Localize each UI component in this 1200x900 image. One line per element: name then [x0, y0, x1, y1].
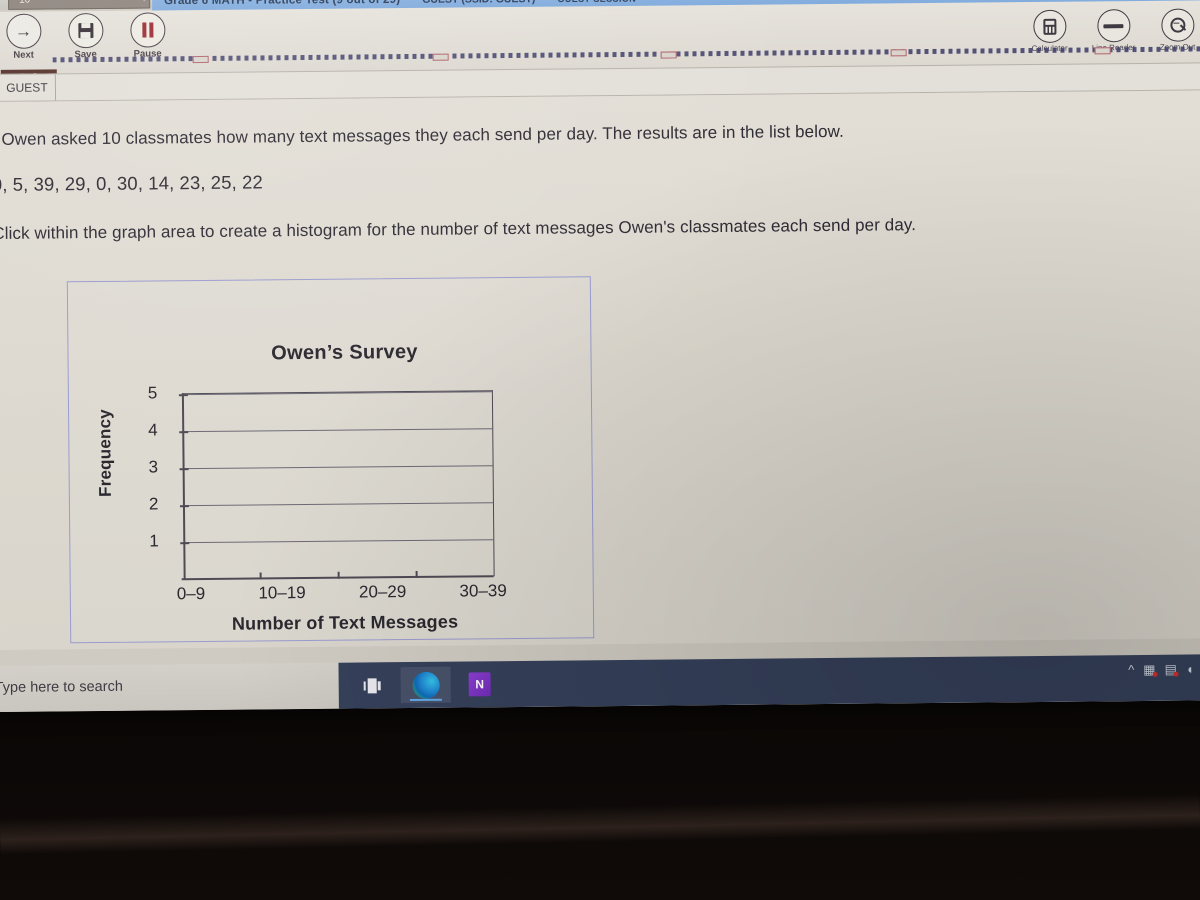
- question-data-list: 0, 5, 39, 29, 0, 30, 14, 23, 25, 22: [0, 171, 263, 196]
- chart-x-tick-labels: 0–9 10–19 20–29 30–39: [175, 581, 509, 604]
- y-tick-label-3: 3: [148, 457, 159, 477]
- floppy-disk-icon: [67, 12, 104, 49]
- taskbar-search-input[interactable]: Type here to search: [0, 679, 123, 696]
- edge-browser-icon: [412, 671, 440, 699]
- arrow-right-icon: →: [5, 13, 42, 49]
- task-view-icon: [363, 677, 381, 693]
- chart-x-axis-label: Number of Text Messages: [231, 611, 459, 634]
- pause-button[interactable]: Pause: [124, 12, 170, 60]
- y-tick-label-4: 4: [148, 420, 158, 440]
- battery-icon[interactable]: ▤: [1164, 662, 1176, 677]
- screen-moire-artifact: [890, 49, 907, 57]
- zoom-out-button[interactable]: Zoom Out: [1152, 8, 1200, 52]
- calculator-icon: [1032, 9, 1067, 44]
- x-tick-label-3: 30–39: [459, 581, 507, 601]
- histogram-graph-area[interactable]: Owen’s Survey Frequency 5 4 3 2 1 0–9 10…: [66, 276, 595, 644]
- active-app-indicator: [409, 698, 442, 702]
- question-content: Owen asked 10 classmates how many text m…: [0, 90, 1200, 650]
- question-prompt-line-2: Click within the graph area to create a …: [0, 215, 917, 244]
- screen-moire-artifact: [1094, 47, 1111, 55]
- question-count-dropdown[interactable]: 10 ▾: [7, 0, 151, 10]
- test-user: GUEST (SSID: GUEST): [422, 0, 535, 6]
- test-session: GUEST SESSION: [557, 0, 636, 4]
- save-button[interactable]: Save: [62, 12, 108, 60]
- screen-moire-artifact: [192, 55, 209, 64]
- calculator-button[interactable]: Calculator: [1024, 9, 1074, 53]
- x-tick-label-0: 0–9: [176, 583, 206, 604]
- screen-moire-artifact: [660, 51, 677, 59]
- desk-reflection: [0, 793, 1200, 855]
- system-tray: ^ ▦ ▤ ◖ ◐: [1128, 661, 1200, 677]
- monitor-screen: ons: 10 ▾ ⚙ ▦ ◉ ▣ ☆ ☐ ● Grade 6 MATH - P…: [0, 0, 1200, 712]
- chart-title: Owen’s Survey: [271, 340, 418, 365]
- chart-plot-area[interactable]: 5 4 3 2 1: [148, 383, 495, 580]
- y-tick-label-2: 2: [148, 494, 159, 514]
- screen-moire-artifact: [432, 53, 449, 61]
- zoom-out-icon: [1160, 8, 1195, 42]
- x-tick-mark: [337, 571, 340, 579]
- photographed-screen: ons: 10 ▾ ⚙ ▦ ◉ ▣ ☆ ☐ ● Grade 6 MATH - P…: [0, 0, 1200, 900]
- toolbar-left-group: → Next Save Pause: [0, 12, 170, 61]
- y-tick-label-1: 1: [149, 531, 159, 551]
- x-tick-label-1: 10–19: [258, 583, 306, 603]
- onenote-icon: N: [468, 672, 491, 697]
- test-name: Grade 6 MATH - Practice Test (9 out of 2…: [164, 0, 401, 8]
- x-tick-mark: [259, 572, 262, 580]
- x-tick-label-2: 20–29: [358, 582, 407, 602]
- taskbar-dark-region: N ^ ▦ ▤ ◖ ◐: [338, 654, 1200, 709]
- edge-taskbar-button[interactable]: [400, 666, 451, 704]
- windows-taskbar: Type here to search N ^ ▦ ▤ ◖ ◐: [0, 654, 1200, 712]
- line-reader-icon: [1096, 9, 1131, 43]
- wifi-icon[interactable]: ◖: [1186, 661, 1194, 676]
- guest-label: GUEST: [0, 74, 57, 101]
- pause-icon: [129, 12, 166, 48]
- question-prompt-line-1: Owen asked 10 classmates how many text m…: [1, 121, 844, 149]
- next-button-label: Next: [13, 49, 34, 61]
- task-view-button[interactable]: [347, 667, 397, 703]
- chevron-down-icon: ▾: [142, 0, 146, 3]
- display-notification-icon[interactable]: ▦: [1143, 662, 1155, 677]
- question-count-value: 10: [9, 0, 30, 5]
- chart-y-axis-label: Frequency: [95, 409, 115, 498]
- y-tick-label-5: 5: [147, 383, 158, 403]
- x-tick-mark: [415, 570, 418, 578]
- onenote-taskbar-button[interactable]: N: [455, 666, 505, 702]
- chevron-up-icon[interactable]: ^: [1128, 662, 1134, 677]
- next-button[interactable]: → Next: [0, 13, 46, 61]
- line-reader-button[interactable]: Line Reader: [1088, 9, 1138, 52]
